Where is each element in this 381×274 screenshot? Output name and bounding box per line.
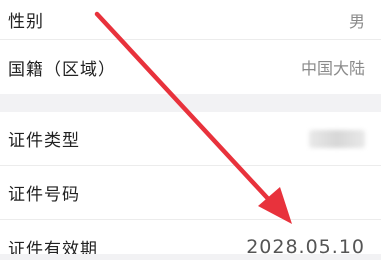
nationality-value: 中国大陆 bbox=[300, 59, 365, 78]
id-number-label: 证件号码 bbox=[8, 185, 80, 205]
personal-info-section: 性别 男 国籍（区域） 中国大陆 bbox=[0, 0, 381, 94]
id-info-section: 证件类型 证件号码 证件有效期 2028.05.10 bbox=[0, 112, 381, 274]
nationality-label: 国籍（区域） bbox=[8, 59, 116, 80]
section-divider bbox=[0, 94, 381, 112]
bottom-strip bbox=[0, 254, 381, 260]
id-type-value-redacted bbox=[309, 129, 365, 148]
id-validity-row[interactable]: 证件有效期 2028.05.10 bbox=[0, 220, 381, 274]
gender-label: 性别 bbox=[8, 12, 44, 32]
id-type-label: 证件类型 bbox=[8, 131, 80, 151]
id-type-row[interactable]: 证件类型 bbox=[0, 112, 381, 166]
nationality-row[interactable]: 国籍（区域） 中国大陆 bbox=[0, 40, 381, 94]
gender-row[interactable]: 性别 男 bbox=[0, 0, 381, 40]
gender-value: 男 bbox=[348, 11, 365, 31]
id-number-row[interactable]: 证件号码 bbox=[0, 166, 381, 220]
